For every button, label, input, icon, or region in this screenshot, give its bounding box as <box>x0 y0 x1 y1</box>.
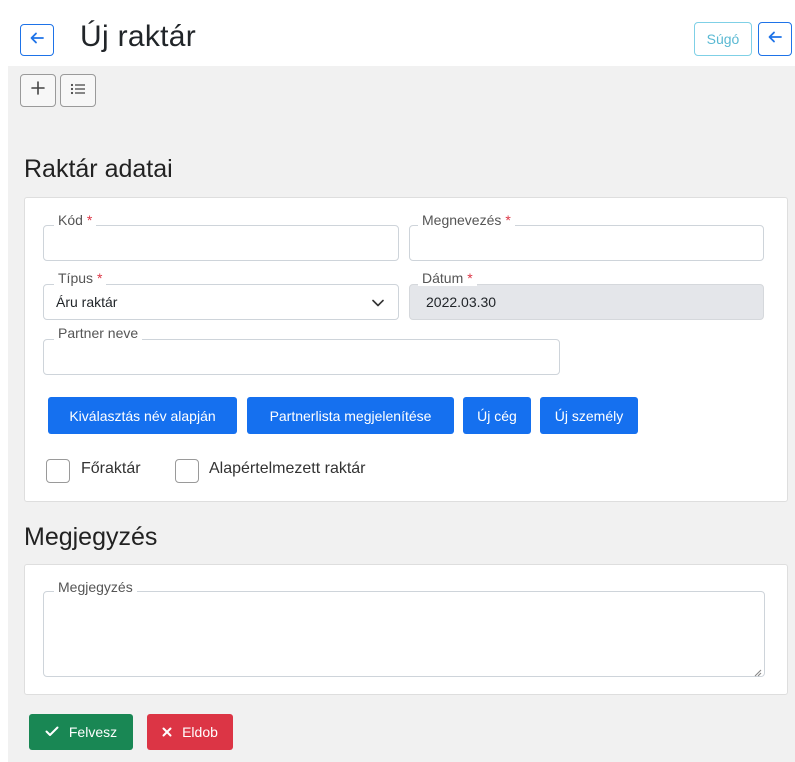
date-label: Dátum * <box>418 270 477 286</box>
default-warehouse-label: Alapértelmezett raktár <box>209 460 366 477</box>
type-select-value: Áru raktár <box>56 294 118 310</box>
main-warehouse-label: Főraktár <box>81 460 141 477</box>
add-button[interactable] <box>20 74 56 107</box>
code-field[interactable] <box>43 225 399 261</box>
partner-name-label: Partner neve <box>54 325 143 341</box>
new-company-button[interactable]: Új cég <box>463 397 531 434</box>
name-label: Megnevezés * <box>418 212 515 228</box>
plus-icon <box>31 81 45 100</box>
type-label: Típus * <box>54 270 107 286</box>
note-label: Megjegyzés <box>54 579 137 595</box>
save-button[interactable]: Felvesz <box>29 714 133 750</box>
discard-button[interactable]: Eldob <box>147 714 233 750</box>
list-button[interactable] <box>60 74 96 107</box>
type-select[interactable]: Áru raktár <box>43 284 399 320</box>
arrow-left-icon <box>30 31 44 49</box>
check-icon <box>45 724 59 740</box>
warehouse-section-title: Raktár adatai <box>24 155 173 183</box>
new-person-button[interactable]: Új személy <box>540 397 638 434</box>
note-section-title: Megjegyzés <box>24 523 158 551</box>
help-button[interactable]: Súgó <box>694 22 752 56</box>
required-marker: * <box>467 270 473 286</box>
select-by-name-button[interactable]: Kiválasztás név alapján <box>48 397 237 434</box>
partner-name-field[interactable] <box>43 339 560 375</box>
required-marker: * <box>86 212 93 228</box>
close-icon <box>162 724 172 740</box>
name-field[interactable] <box>409 225 764 261</box>
code-label: Kód * <box>54 212 97 228</box>
resize-handle-icon[interactable] <box>752 664 762 682</box>
chevron-down-icon <box>372 294 384 310</box>
default-warehouse-checkbox[interactable] <box>175 459 199 483</box>
required-marker: * <box>505 212 511 228</box>
note-textarea[interactable] <box>43 591 765 677</box>
discard-button-label: Eldob <box>182 724 218 740</box>
save-button-label: Felvesz <box>68 724 118 740</box>
arrow-left-icon <box>768 30 782 48</box>
back-button-right[interactable] <box>758 22 792 56</box>
back-button[interactable] <box>20 24 54 56</box>
page-title: Új raktár <box>80 20 197 53</box>
list-icon <box>70 82 86 100</box>
required-marker: * <box>97 270 103 286</box>
main-warehouse-checkbox[interactable] <box>46 459 70 483</box>
show-partner-list-button[interactable]: Partnerlista megjelenítése <box>247 397 454 434</box>
date-field: 2022.03.30 <box>409 284 764 320</box>
